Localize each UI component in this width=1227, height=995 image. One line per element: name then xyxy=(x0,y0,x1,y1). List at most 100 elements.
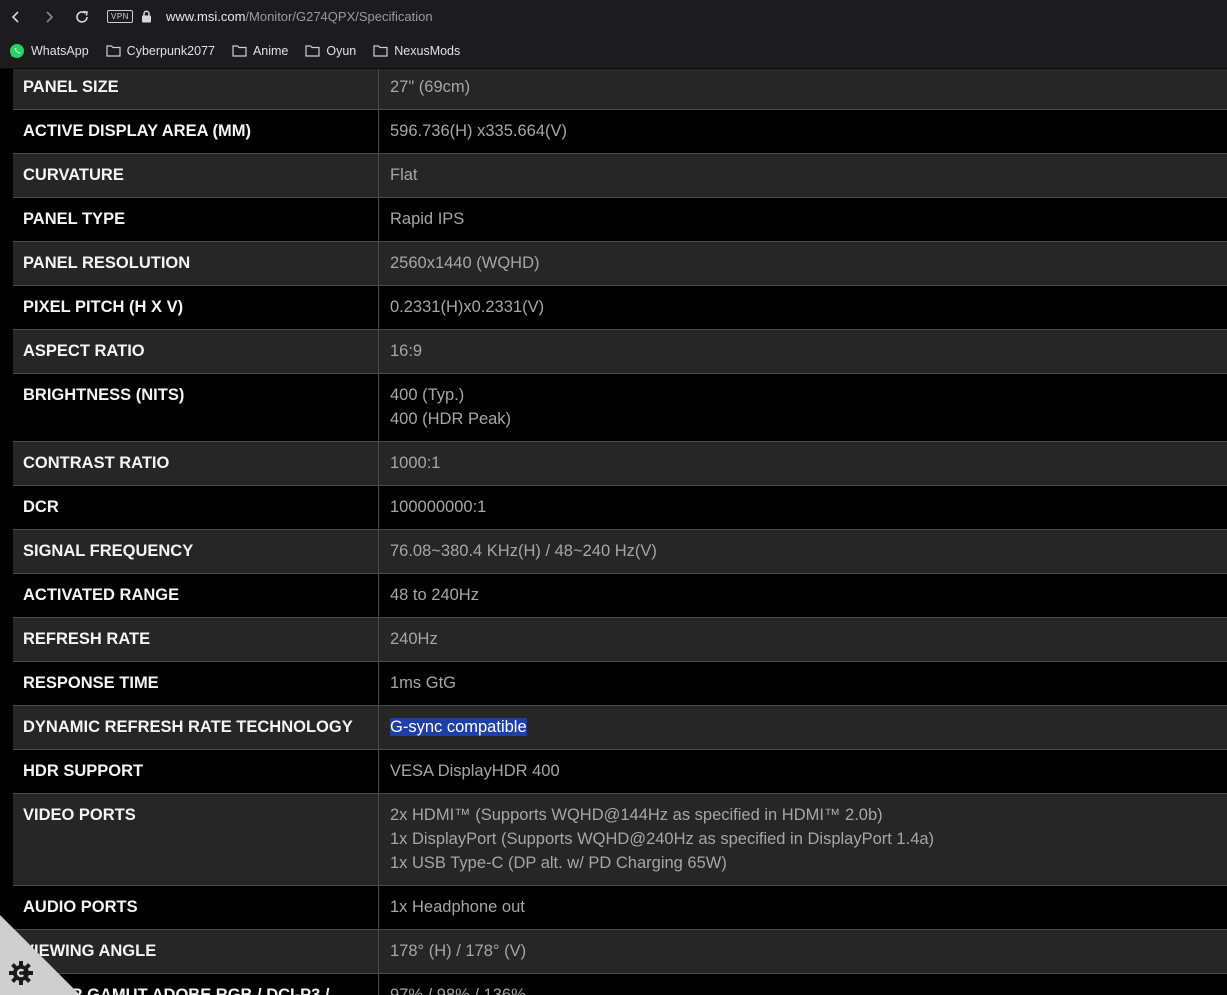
spec-row-refresh-rate: REFRESH RATE 240Hz xyxy=(13,618,1227,662)
spec-value-line: Rapid IPS xyxy=(390,210,465,228)
spec-value-line: 1ms GtG xyxy=(390,674,457,692)
spec-value-line: 97% / 98% / 136% xyxy=(390,986,526,995)
spec-row-pixel-pitch: PIXEL PITCH (H X V) 0.2331(H)x0.2331(V) xyxy=(13,286,1227,330)
folder-icon xyxy=(305,44,320,57)
spec-row-audio-ports: AUDIO PORTS 1x Headphone out xyxy=(13,886,1227,930)
spec-value-line: 240Hz xyxy=(390,630,438,648)
specification-table: PANEL SIZE 27" (69cm) ACTIVE DISPLAY ARE… xyxy=(13,69,1227,995)
forward-button[interactable] xyxy=(38,6,60,28)
spec-row-panel-resolution: PANEL RESOLUTION 2560x1440 (WQHD) xyxy=(13,242,1227,286)
cookie-settings-button[interactable] xyxy=(0,915,80,995)
spec-value-line[interactable]: G-sync compatible xyxy=(390,715,1217,739)
spec-label: REFRESH RATE xyxy=(13,618,379,661)
spec-label: PANEL RESOLUTION xyxy=(13,242,379,285)
back-button[interactable] xyxy=(5,6,27,28)
spec-value: 400 (Typ.) 400 (HDR Peak) xyxy=(379,374,1227,441)
spec-value: 16:9 xyxy=(379,330,1227,373)
vpn-badge[interactable]: VPN xyxy=(107,10,133,23)
spec-row-active-display-area: ACTIVE DISPLAY AREA (MM) 596.736(H) x335… xyxy=(13,110,1227,154)
spec-value-line: 178° (H) / 178° (V) xyxy=(390,942,527,960)
spec-label: DYNAMIC REFRESH RATE TECHNOLOGY xyxy=(13,706,379,749)
spec-value: 27" (69cm) xyxy=(379,69,1227,109)
spec-value-line: VESA DisplayHDR 400 xyxy=(390,762,560,780)
spec-label: ASPECT RATIO xyxy=(13,330,379,373)
spec-label: CURVATURE xyxy=(13,154,379,197)
spec-value-line: 2x HDMI™ (Supports WQHD@144Hz as specifi… xyxy=(390,806,883,824)
spec-row-hdr-support: HDR SUPPORT VESA DisplayHDR 400 xyxy=(13,750,1227,794)
reload-button[interactable] xyxy=(71,6,93,28)
spec-row-contrast-ratio: CONTRAST RATIO 1000:1 xyxy=(13,442,1227,486)
spec-label: DCR xyxy=(13,486,379,529)
spec-value: 240Hz xyxy=(379,618,1227,661)
bookmark-label: NexusMods xyxy=(394,43,461,58)
bookmarks-bar: WhatsApp Cyberpunk2077 Anime Oyun NexusM… xyxy=(0,33,1227,69)
spec-label: PIXEL PITCH (H X V) xyxy=(13,286,379,329)
spec-label: ACTIVATED RANGE xyxy=(13,574,379,617)
spec-label: ACTIVE DISPLAY AREA (MM) xyxy=(13,110,379,153)
spec-row-dcr: DCR 100000000:1 xyxy=(13,486,1227,530)
spec-value: 596.736(H) x335.664(V) xyxy=(379,110,1227,153)
bookmark-nexusmods[interactable]: NexusMods xyxy=(373,39,467,63)
folder-icon xyxy=(373,44,388,57)
spec-row-curvature: CURVATURE Flat xyxy=(13,154,1227,198)
bookmark-whatsapp[interactable]: WhatsApp xyxy=(9,39,96,63)
spec-label: SIGNAL FREQUENCY xyxy=(13,530,379,573)
spec-label: PANEL TYPE xyxy=(13,198,379,241)
address-bar[interactable]: www.msi.com/Monitor/G274QPX/Specificatio… xyxy=(166,9,433,24)
spec-value-line: 2560x1440 (WQHD) xyxy=(390,254,540,272)
spec-value-line: 1000:1 xyxy=(390,454,441,472)
back-arrow-icon xyxy=(11,10,19,23)
spec-value-line: 400 (Typ.) xyxy=(390,386,465,404)
spec-row-video-ports: VIDEO PORTS 2x HDMI™ (Supports WQHD@144H… xyxy=(13,794,1227,886)
spec-value: 1ms GtG xyxy=(379,662,1227,705)
spec-value: 1x Headphone out xyxy=(379,886,1227,929)
specification-page: PANEL SIZE 27" (69cm) ACTIVE DISPLAY ARE… xyxy=(0,69,1227,995)
spec-row-panel-type: PANEL TYPE Rapid IPS xyxy=(13,198,1227,242)
spec-row-brightness: BRIGHTNESS (NITS) 400 (Typ.) 400 (HDR Pe… xyxy=(13,374,1227,442)
reload-icon xyxy=(76,10,88,23)
spec-label: BRIGHTNESS (NITS) xyxy=(13,374,379,441)
folder-icon xyxy=(106,44,121,57)
spec-value-line: 400 (HDR Peak) xyxy=(390,410,512,428)
spec-value-line: 16:9 xyxy=(390,342,423,360)
spec-value-line: 1x DisplayPort (Supports WQHD@240Hz as s… xyxy=(390,830,935,848)
spec-value-line: 0.2331(H)x0.2331(V) xyxy=(390,298,545,316)
bookmark-label: Anime xyxy=(252,43,289,58)
spec-label: RESPONSE TIME xyxy=(13,662,379,705)
spec-value[interactable]: G-sync compatible xyxy=(379,706,1227,749)
spec-row-aspect-ratio: ASPECT RATIO 16:9 xyxy=(13,330,1227,374)
bookmark-cyberpunk2077[interactable]: Cyberpunk2077 xyxy=(106,39,222,63)
url-host: www.msi.com xyxy=(165,9,246,24)
spec-label: PANEL SIZE xyxy=(13,69,379,109)
spec-value: 76.08~380.4 KHz(H) / 48~240 Hz(V) xyxy=(379,530,1227,573)
spec-value: 48 to 240Hz xyxy=(379,574,1227,617)
forward-arrow-icon xyxy=(46,10,54,23)
spec-value: 2x HDMI™ (Supports WQHD@144Hz as specifi… xyxy=(379,794,1227,885)
spec-value-line: 1x USB Type-C (DP alt. w/ PD Charging 65… xyxy=(390,854,727,872)
spec-value: 1000:1 xyxy=(379,442,1227,485)
bookmark-label: Oyun xyxy=(326,43,357,58)
spec-row-signal-frequency: SIGNAL FREQUENCY 76.08~380.4 KHz(H) / 48… xyxy=(13,530,1227,574)
lock-icon[interactable] xyxy=(141,10,152,23)
bookmark-oyun[interactable]: Oyun xyxy=(305,39,363,63)
spec-row-panel-size: PANEL SIZE 27" (69cm) xyxy=(13,69,1227,110)
spec-row-color-gamut: COLOR GAMUT ADOBE RGB / DCI-P3 / SRGB 97… xyxy=(13,974,1227,995)
whatsapp-icon xyxy=(9,43,25,59)
spec-value: Rapid IPS xyxy=(379,198,1227,241)
spec-label: VIDEO PORTS xyxy=(13,794,379,885)
browser-toolbar: VPN www.msi.com/Monitor/G274QPX/Specific… xyxy=(0,0,1227,33)
spec-row-activated-range: ACTIVATED RANGE 48 to 240Hz xyxy=(13,574,1227,618)
spec-value-line: 1x Headphone out xyxy=(390,898,525,916)
selected-text[interactable]: G-sync compatible xyxy=(390,718,527,736)
spec-value-line: 48 to 240Hz xyxy=(390,586,479,604)
spec-label: CONTRAST RATIO xyxy=(13,442,379,485)
spec-value: 97% / 98% / 136% xyxy=(379,974,1227,995)
cookie-gear-icon xyxy=(9,961,33,985)
spec-value-line: Flat xyxy=(390,166,418,184)
spec-value-line: 596.736(H) x335.664(V) xyxy=(390,122,568,140)
spec-value-line: 27" (69cm) xyxy=(390,78,471,96)
spec-value: Flat xyxy=(379,154,1227,197)
spec-value: 2560x1440 (WQHD) xyxy=(379,242,1227,285)
spec-row-viewing-angle: VIEWING ANGLE 178° (H) / 178° (V) xyxy=(13,930,1227,974)
bookmark-anime[interactable]: Anime xyxy=(232,39,295,63)
